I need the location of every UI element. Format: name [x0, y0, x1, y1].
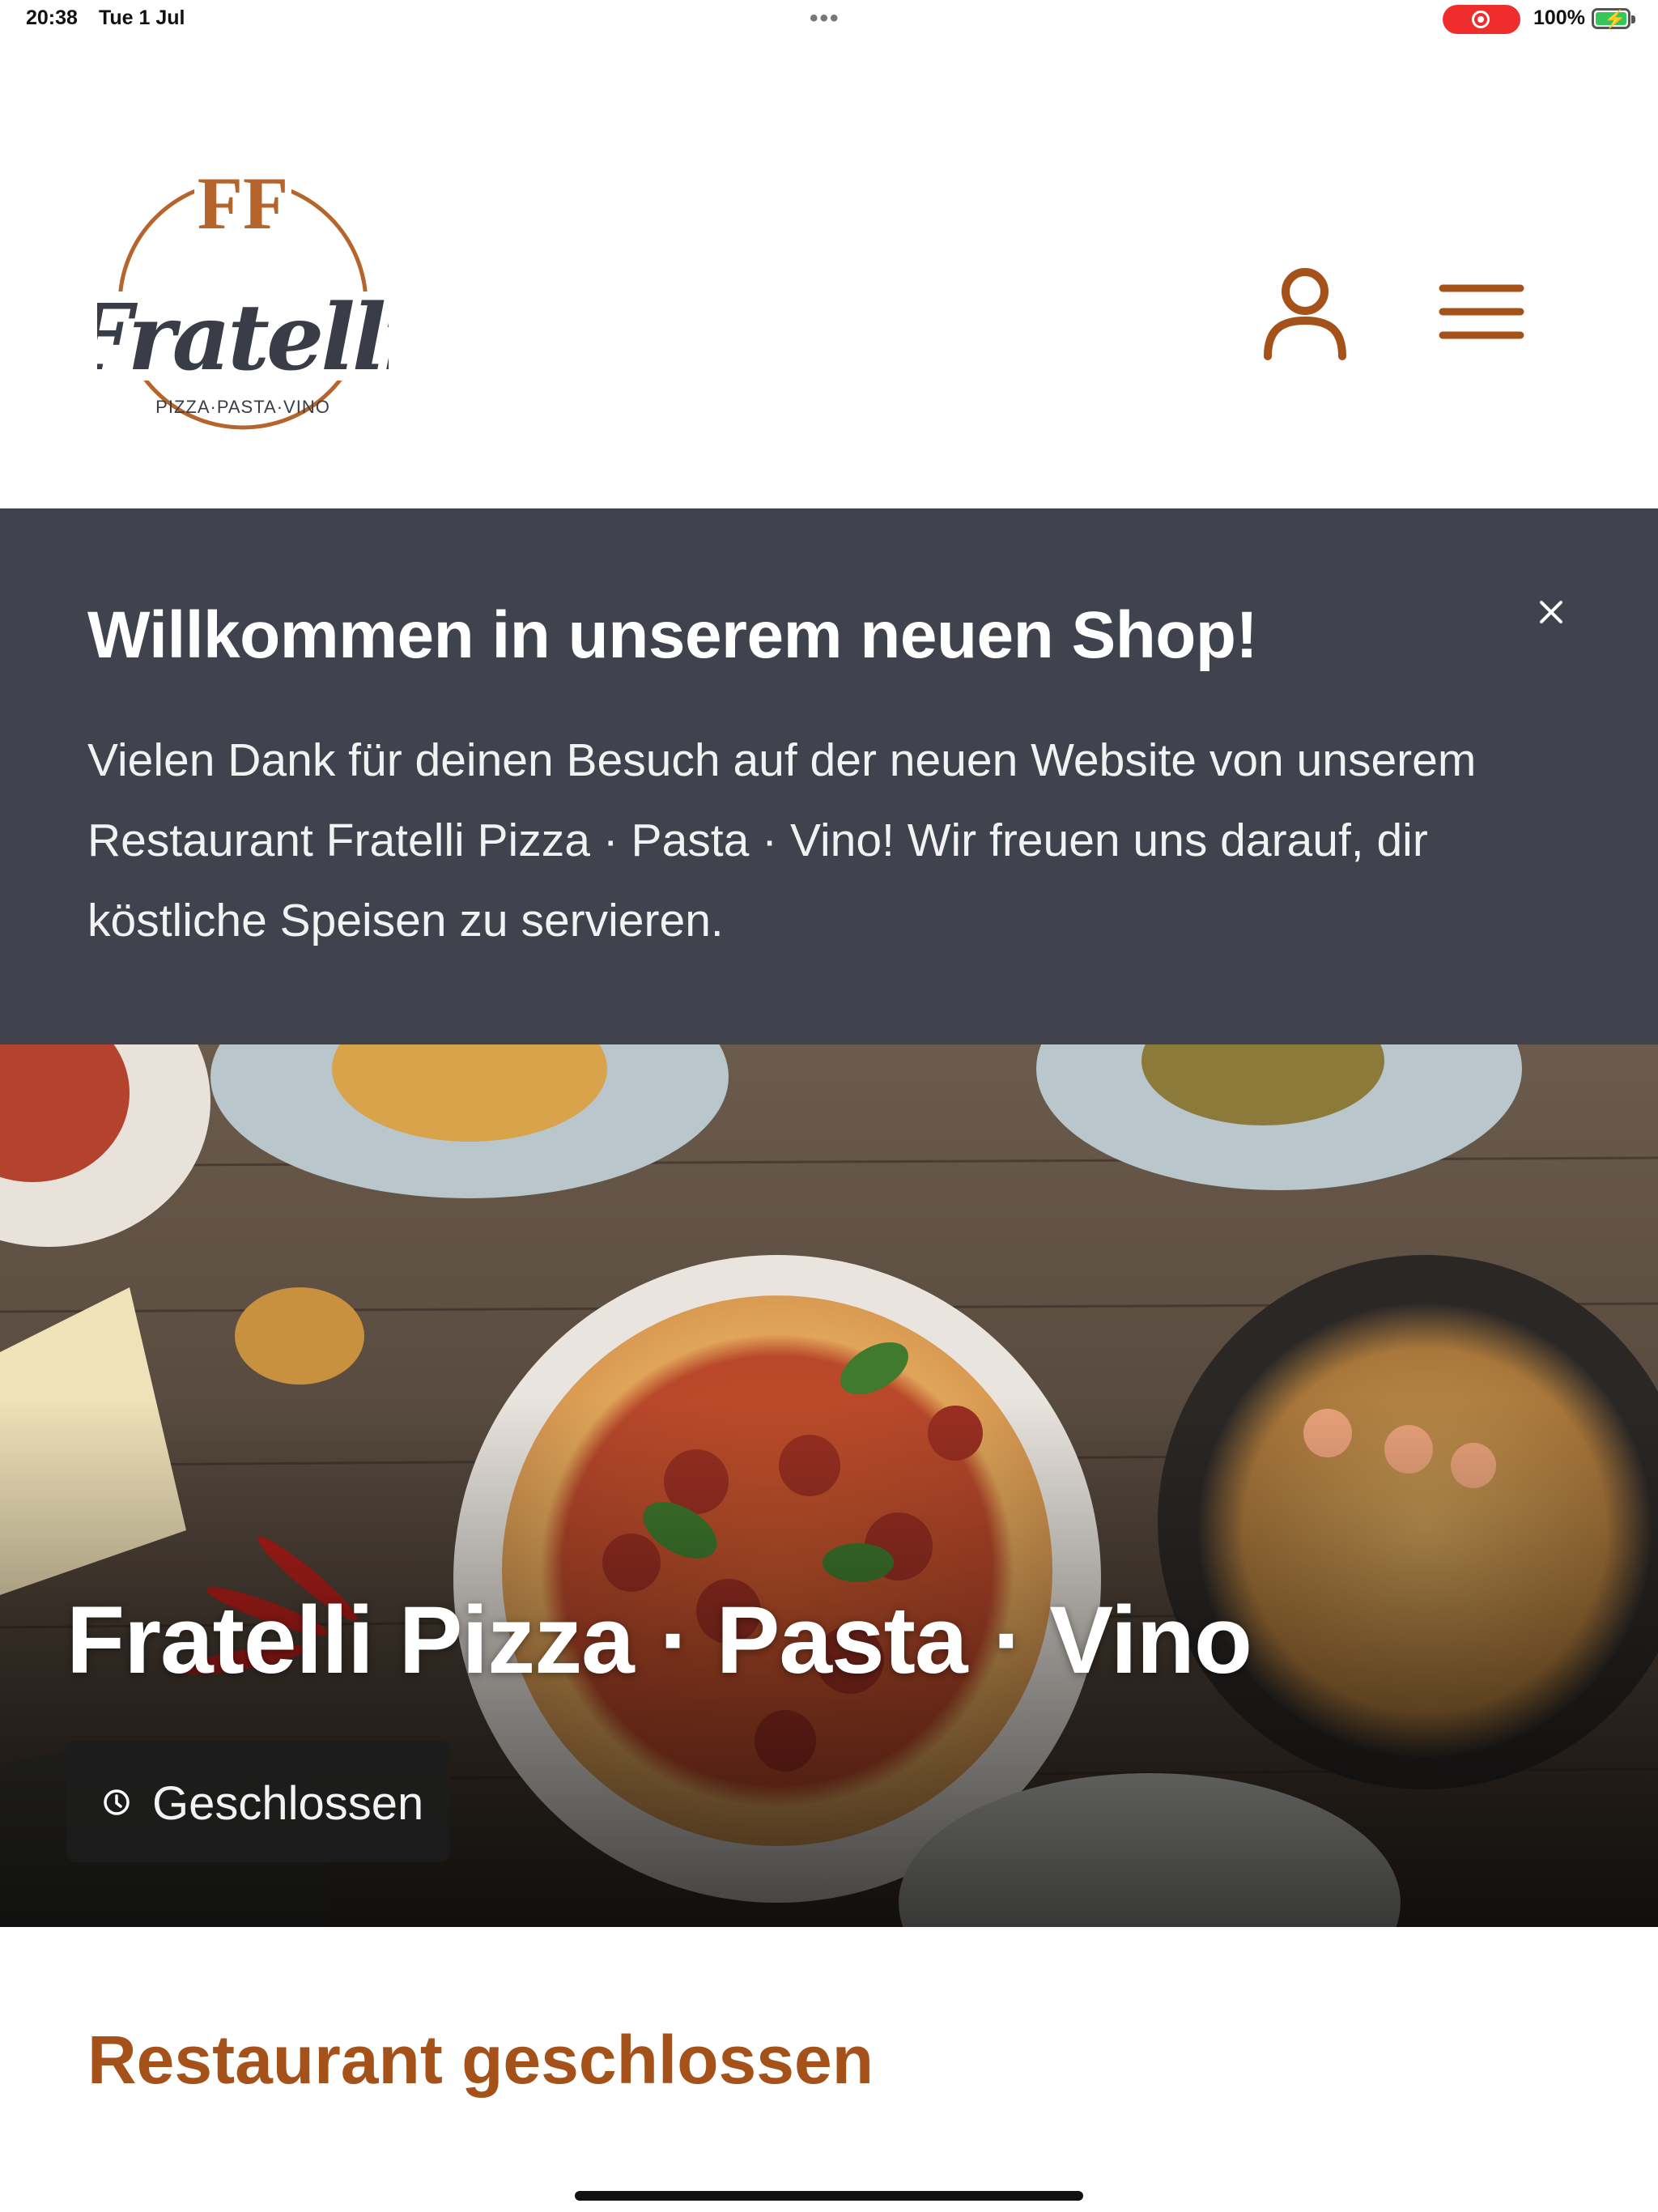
battery-percent: 100%: [1533, 6, 1585, 29]
page: 20:38 Tue 1 Jul ••• 100% ⚡ FF Fratelli P…: [0, 0, 1658, 2212]
home-indicator[interactable]: [575, 2191, 1083, 2201]
svg-text:PIZZA·PASTA·VINO: PIZZA·PASTA·VINO: [155, 397, 330, 417]
user-icon: [1264, 268, 1346, 360]
hamburger-menu-icon: [1439, 284, 1524, 339]
clock-icon: [104, 1789, 130, 1815]
banner-close-button[interactable]: [1532, 593, 1571, 632]
status-date: Tue 1 Jul: [99, 6, 185, 29]
opening-status-badge[interactable]: Geschlossen: [66, 1741, 450, 1862]
opening-status-label: Geschlossen: [152, 1777, 424, 1830]
restaurant-closed-heading: Restaurant geschlossen: [87, 2022, 874, 2098]
banner-text: Vielen Dank für deinen Besuch auf der ne…: [87, 734, 1477, 946]
screen-recording-icon[interactable]: [1443, 5, 1520, 34]
status-time: 20:38: [26, 6, 78, 29]
battery-icon: ⚡: [1592, 8, 1635, 29]
svg-text:FF: FF: [198, 162, 288, 245]
site-header: FF Fratelli PIZZA·PASTA·VINO: [0, 39, 1658, 508]
fratelli-logo[interactable]: FF Fratelli PIZZA·PASTA·VINO: [66, 130, 418, 453]
hero-section: Fratelli Pizza · Pasta · Vino Geschlosse…: [0, 1044, 1658, 1927]
svg-text:Fratelli: Fratelli: [97, 285, 389, 391]
account-button[interactable]: [1260, 266, 1350, 363]
close-icon: [1540, 601, 1562, 623]
multitasking-dots[interactable]: •••: [810, 5, 840, 32]
banner-title: Willkommen in unserem neuen Shop!: [87, 598, 1258, 672]
menu-button[interactable]: [1435, 275, 1532, 348]
status-bar: 20:38 Tue 1 Jul ••• 100% ⚡: [0, 0, 1658, 39]
restaurant-name: Fratelli Pizza · Pasta · Vino: [66, 1587, 1252, 1694]
welcome-banner: Willkommen in unserem neuen Shop! Vielen…: [0, 508, 1658, 1044]
